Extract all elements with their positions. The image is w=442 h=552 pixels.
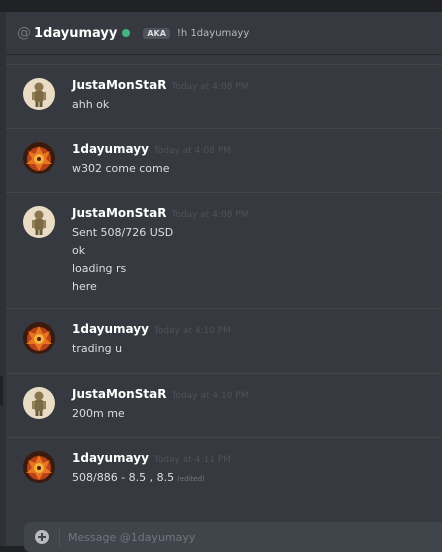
- monster-avatar-icon: [23, 387, 55, 419]
- message-group: 1dayumayy Today at 4:11 PM 508/886 - 8.5 …: [6, 437, 442, 502]
- message-text: 508/886 - 8.5 , 8.5: [72, 471, 175, 484]
- plus-circle-icon[interactable]: [35, 530, 49, 544]
- message-header: 1dayumayy Today at 4:10 PM: [72, 322, 231, 336]
- message-header: JustaMonStaR Today at 4:08 PM: [72, 78, 249, 92]
- avatar[interactable]: [23, 206, 55, 238]
- message-author[interactable]: JustaMonStaR: [72, 78, 166, 92]
- message-timestamp: Today at 4:08 PM: [171, 82, 249, 92]
- online-status-icon: [122, 29, 131, 37]
- aka-badge: AKA: [143, 27, 170, 39]
- message-header: JustaMonStaR Today at 4:10 PM: [72, 387, 249, 401]
- message-text: here: [72, 280, 97, 293]
- chat-main: @ 1dayumayy AKA !h 1dayumayy JustaMonSta…: [6, 12, 442, 552]
- left-scroll-handle[interactable]: [0, 376, 3, 406]
- message-header: 1dayumayy Today at 4:11 PM: [72, 451, 231, 465]
- message-text: w302 come come: [72, 162, 170, 175]
- avatar[interactable]: [23, 142, 55, 174]
- at-icon: @: [17, 25, 31, 41]
- message-group: 1dayumayy Today at 4:08 PM w302 come come: [6, 128, 442, 193]
- message-group: JustaMonStaR Today at 4:10 PM 200m me: [6, 373, 442, 438]
- dm-username[interactable]: 1dayumayy: [34, 26, 117, 41]
- message-group: JustaMonStaR Today at 4:08 PM Sent 508/72…: [6, 192, 442, 309]
- message-text: trading u: [72, 342, 123, 355]
- flame-avatar-icon: [23, 142, 55, 174]
- message-header: JustaMonStaR Today at 4:08 PM: [72, 206, 249, 220]
- message-text: 200m me: [72, 407, 125, 420]
- message-text: Sent 508/726 USD: [72, 226, 174, 239]
- message-text-row: 508/886 - 8.5 , 8.5 (edited): [72, 471, 205, 484]
- message-timestamp: Today at 4:08 PM: [171, 210, 249, 220]
- message-composer: Message @1dayumayy: [24, 522, 442, 552]
- edited-label: (edited): [177, 475, 205, 483]
- message-author[interactable]: 1dayumayy: [72, 322, 149, 336]
- avatar[interactable]: [23, 387, 55, 419]
- monster-avatar-icon: [23, 78, 55, 110]
- message-text: ahh ok: [72, 98, 110, 111]
- flame-avatar-icon: [23, 322, 55, 354]
- message-timestamp: Today at 4:11 PM: [153, 455, 231, 465]
- message-timestamp: Today at 4:10 PM: [153, 326, 231, 336]
- message-text: ok: [72, 244, 86, 257]
- message-group: 1dayumayy Today at 4:10 PM trading u: [6, 308, 442, 374]
- message-input[interactable]: Message @1dayumayy: [68, 531, 195, 544]
- message-timestamp: Today at 4:08 PM: [153, 146, 231, 156]
- window-top-strip: [0, 0, 442, 12]
- composer-divider: [59, 528, 60, 546]
- avatar[interactable]: [23, 78, 55, 110]
- monster-avatar-icon: [23, 206, 55, 238]
- message-timestamp: Today at 4:10 PM: [171, 391, 249, 401]
- message-group: JustaMonStaR Today at 4:08 PM ahh ok: [6, 64, 442, 129]
- message-author[interactable]: JustaMonStaR: [72, 206, 166, 220]
- avatar[interactable]: [23, 322, 55, 354]
- flame-avatar-icon: [23, 451, 55, 483]
- message-author[interactable]: 1dayumayy: [72, 142, 149, 156]
- message-author[interactable]: JustaMonStaR: [72, 387, 166, 401]
- message-header: 1dayumayy Today at 4:08 PM: [72, 142, 231, 156]
- message-text: loading rs: [72, 262, 127, 275]
- message-author[interactable]: 1dayumayy: [72, 451, 149, 465]
- avatar[interactable]: [23, 451, 55, 483]
- dm-nickname: !h 1dayumayy: [176, 27, 250, 39]
- channel-header: @ 1dayumayy AKA !h 1dayumayy: [6, 12, 442, 54]
